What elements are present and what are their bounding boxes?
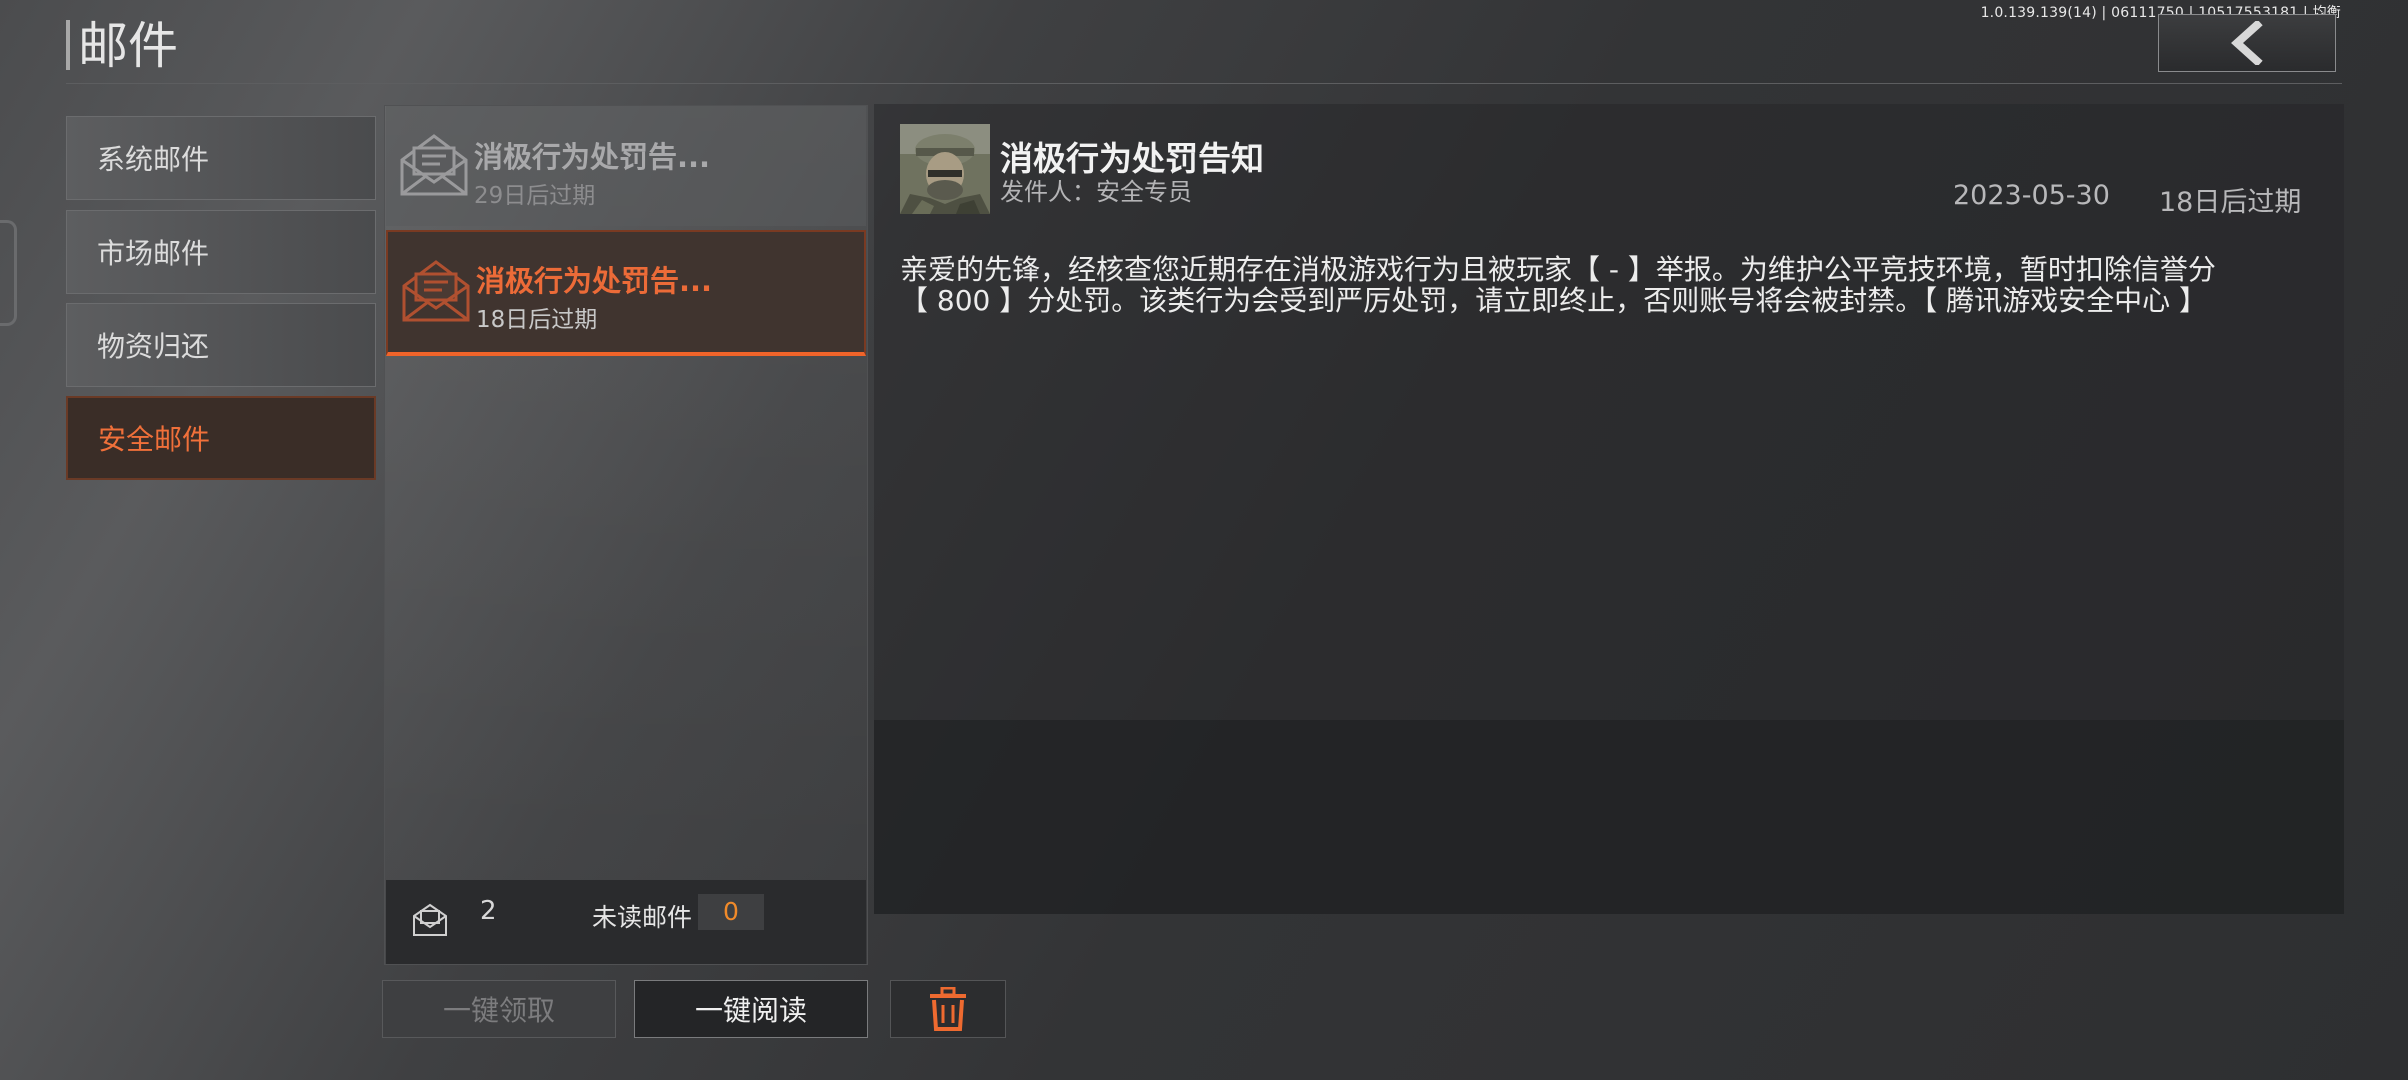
mail-list-item[interactable]: 消极行为处罚告... 29日后过期 bbox=[386, 106, 866, 226]
mail-list-footer: 2 未读邮件 0 bbox=[386, 880, 866, 964]
title-accent-bar bbox=[66, 20, 70, 70]
sender-avatar bbox=[900, 124, 990, 214]
mail-expiry: 18日后过期 bbox=[2159, 187, 2302, 218]
total-mail-count: 2 bbox=[480, 896, 497, 926]
side-drawer-handle[interactable] bbox=[0, 220, 17, 326]
read-all-button[interactable]: 一键阅读 bbox=[634, 980, 868, 1038]
chevron-left-icon bbox=[2231, 21, 2263, 65]
envelope-open-icon bbox=[402, 260, 470, 322]
unread-label: 未读邮件 bbox=[592, 903, 693, 932]
mail-body: 亲爱的先锋，经核查您近期存在消极游戏行为且被玩家【 - 】举报。为维护公平竞技环… bbox=[900, 254, 2230, 316]
header-divider bbox=[66, 83, 2342, 84]
mail-item-expiry: 29日后过期 bbox=[474, 183, 596, 209]
page-title: 邮件 bbox=[78, 17, 178, 75]
claim-all-button[interactable]: 一键领取 bbox=[382, 980, 616, 1038]
mail-item-title: 消极行为处罚告... bbox=[476, 264, 713, 298]
mail-attachment-area bbox=[874, 720, 2344, 914]
envelope-icon bbox=[413, 903, 447, 936]
envelope-open-icon bbox=[400, 134, 468, 196]
mail-sender: 发件人：安全专员 bbox=[1000, 178, 1192, 206]
trash-icon bbox=[930, 987, 966, 1031]
category-label: 系统邮件 bbox=[97, 143, 210, 176]
mail-item-expiry: 18日后过期 bbox=[476, 307, 598, 333]
mail-list-item-selected[interactable]: 消极行为处罚告... 18日后过期 bbox=[386, 230, 866, 356]
mail-body-line: 亲爱的先锋，经核查您近期存在消极游戏行为且被玩家【 - 】举报。为维护公平竞技环… bbox=[900, 253, 2216, 286]
mail-body-line: 【 800 】分处罚。该类行为会受到严厉处罚，请立即终止，否则账号将会被封禁。【… bbox=[900, 284, 2208, 317]
mail-item-title: 消极行为处罚告... bbox=[474, 140, 711, 174]
category-supply-return[interactable]: 物资归还 bbox=[66, 303, 376, 387]
category-system-mail[interactable]: 系统邮件 bbox=[66, 116, 376, 200]
category-label: 物资归还 bbox=[97, 330, 210, 363]
category-label: 安全邮件 bbox=[98, 423, 211, 456]
category-market-mail[interactable]: 市场邮件 bbox=[66, 210, 376, 294]
back-button[interactable] bbox=[2158, 14, 2336, 72]
delete-button[interactable] bbox=[890, 980, 1006, 1038]
unread-count: 0 bbox=[698, 894, 764, 930]
mail-date: 2023-05-30 bbox=[1953, 180, 2110, 211]
category-label: 市场邮件 bbox=[97, 237, 210, 270]
category-security-mail[interactable]: 安全邮件 bbox=[66, 396, 376, 480]
